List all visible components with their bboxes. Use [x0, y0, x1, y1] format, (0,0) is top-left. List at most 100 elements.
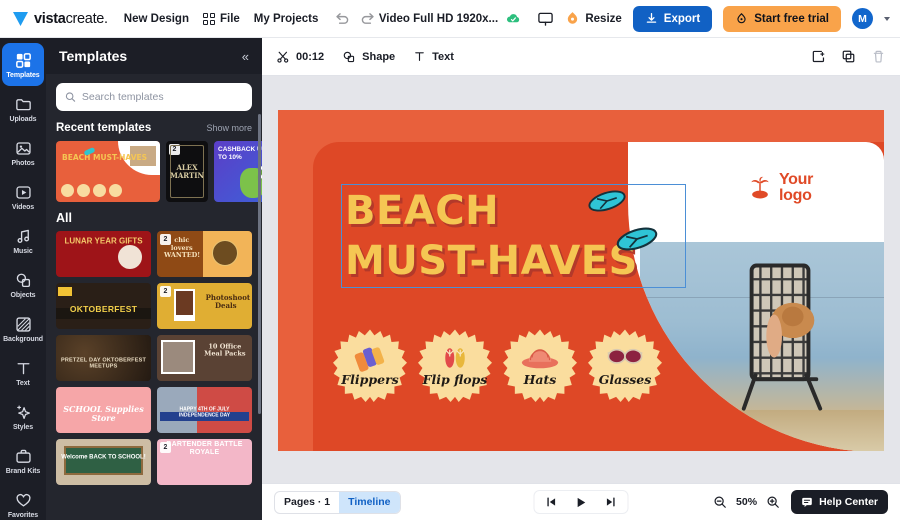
play-icon[interactable]	[575, 496, 588, 509]
search-box[interactable]	[56, 83, 252, 111]
list-item-caption: OKTOBERFEST	[69, 303, 138, 314]
logo-line-1: Your	[779, 171, 814, 188]
collapse-panel-button[interactable]: «	[242, 50, 249, 63]
sidebar-item-videos[interactable]: Videos	[2, 175, 44, 218]
sidebar-item-styles[interactable]: Styles	[2, 395, 44, 438]
show-more-link[interactable]: Show more	[206, 123, 252, 133]
badge-flip-flops[interactable]: Flip flops	[418, 328, 492, 402]
resize-label: Resize	[585, 12, 622, 25]
editor-area: 00:12 Shape Text Your logo BEACH MUST-HA…	[262, 38, 900, 520]
export-button[interactable]: Export	[632, 5, 713, 32]
timeline-tab[interactable]: Timeline	[339, 491, 400, 513]
zoom-out-icon[interactable]	[713, 495, 727, 509]
list-item-caption: CASHBACK UP TO 10%	[218, 146, 262, 161]
present-icon[interactable]	[537, 11, 554, 27]
redo-icon[interactable]	[361, 11, 376, 26]
objects-icon	[16, 273, 30, 287]
document-title-group[interactable]: Video Full HD 1920x...	[379, 12, 521, 25]
list-item[interactable]: SCHOOL Supplies Store	[56, 387, 151, 433]
all-templates-title: All	[56, 211, 72, 225]
sidebar-item-templates[interactable]: Templates	[2, 43, 44, 86]
document-title[interactable]: Video Full HD 1920x...	[379, 13, 498, 25]
sidebar-item-text[interactable]: Text	[2, 351, 44, 394]
panel-scrollbar[interactable]	[258, 114, 261, 414]
pages-tab[interactable]: Pages · 1	[275, 492, 339, 513]
flipflop-icon	[588, 190, 626, 212]
trial-label: Start free trial	[754, 12, 829, 25]
duration-button[interactable]: 00:12	[276, 50, 324, 64]
shape-button[interactable]: Shape	[342, 50, 395, 64]
badge-flippers[interactable]: Flippers	[333, 328, 407, 402]
flipflops-icon	[445, 348, 465, 368]
badge-label: Hats	[523, 372, 557, 387]
sidebar-label-objects: Objects	[10, 291, 36, 299]
list-item[interactable]: 2 chic lovers WANTED!	[157, 231, 252, 277]
canvas-toolbar-right	[811, 49, 886, 64]
list-item[interactable]: LUNAR YEAR GIFTS	[56, 231, 151, 277]
export-page-icon[interactable]	[811, 49, 826, 64]
help-center-button[interactable]: Help Center	[791, 490, 888, 514]
beach-chair-image	[741, 263, 823, 411]
sidebar-label-favorites: Favorites	[7, 511, 39, 519]
list-item[interactable]: PRETZEL DAY OKTOBERFEST MEETUPS	[56, 335, 151, 381]
next-frame-icon[interactable]	[605, 496, 617, 508]
sidebar-item-uploads[interactable]: Uploads	[2, 87, 44, 130]
image-icon	[15, 141, 31, 155]
list-item-caption: 10 Office Meal Packs	[204, 342, 246, 358]
left-icon-rail: Templates Uploads Photos Videos Music Ob…	[0, 38, 46, 520]
flippers-icon	[354, 347, 385, 372]
top-bar: vistacreate. New Design File My Projects	[0, 0, 900, 38]
canvas-stage[interactable]: Your logo BEACH MUST-HAVES Flippers Flip…	[262, 76, 900, 483]
search-input[interactable]	[81, 91, 243, 103]
nav-file-label: File	[219, 12, 240, 25]
pages-timeline-toggle: Pages · 1 Timeline	[274, 490, 401, 514]
list-item[interactable]: 2 ALEX MARTIN	[166, 141, 208, 202]
sidebar-item-favorites[interactable]: Favorites	[2, 483, 44, 520]
undo-icon[interactable]	[334, 11, 349, 26]
chat-icon	[802, 497, 812, 507]
your-logo-group[interactable]: Your logo	[746, 172, 813, 203]
list-item[interactable]: OKTOBERFEST	[56, 283, 151, 329]
list-item[interactable]: Welcome BACK TO SCHOOL!	[56, 439, 151, 485]
nav-file[interactable]: File	[202, 12, 240, 25]
nav-my-projects[interactable]: My Projects	[254, 13, 319, 25]
badge-label: Flippers	[341, 372, 399, 387]
text-button[interactable]: Text	[413, 50, 454, 63]
chevron-down-icon[interactable]	[884, 16, 890, 21]
search-icon	[65, 92, 76, 102]
resize-button[interactable]: Resize	[565, 11, 622, 26]
help-center-label: Help Center	[819, 496, 878, 508]
top-right-actions: Resize Export Start free trial M	[537, 5, 890, 32]
list-item[interactable]: 2 BARTENDER BATTLE ROYALE	[157, 439, 252, 485]
recent-templates-title: Recent templates	[56, 122, 152, 134]
sidebar-item-photos[interactable]: Photos	[2, 131, 44, 174]
list-item[interactable]: BEACH MUST-HAVES	[56, 141, 160, 202]
briefcase-icon	[15, 449, 31, 463]
sidebar-item-brand-kits[interactable]: Brand Kits	[2, 439, 44, 482]
design-card: Your logo BEACH MUST-HAVES Flippers Flip…	[313, 142, 884, 451]
delete-icon[interactable]	[871, 49, 886, 64]
sidebar-item-objects[interactable]: Objects	[2, 263, 44, 306]
sidebar-item-music[interactable]: Music	[2, 219, 44, 262]
brand-logo-group[interactable]: vistacreate.	[12, 11, 108, 27]
list-item[interactable]: 2 Photoshoot Deals	[157, 283, 252, 329]
shape-label: Shape	[362, 50, 396, 63]
folder-icon	[15, 98, 31, 110]
list-item[interactable]: CASHBACK UP TO 10% ❯	[214, 141, 262, 202]
nav-new-design[interactable]: New Design	[124, 13, 189, 25]
artboard[interactable]: Your logo BEACH MUST-HAVES Flippers Flip…	[278, 110, 884, 451]
list-item[interactable]: 10 Office Meal Packs	[157, 335, 252, 381]
scissors-icon	[277, 51, 289, 63]
canvas-toolbar: 00:12 Shape Text	[262, 38, 900, 76]
previous-frame-icon[interactable]	[546, 496, 558, 508]
sidebar-item-background[interactable]: Background	[2, 307, 44, 350]
crown-icon	[737, 13, 746, 24]
duplicate-icon[interactable]	[841, 49, 856, 64]
badge-hats[interactable]: Hats	[503, 328, 577, 402]
badge-glasses[interactable]: Glasses	[588, 328, 662, 402]
list-item[interactable]: HAPPY 4TH OF JULY INDEPENDENCE DAY	[157, 387, 252, 433]
zoom-in-icon[interactable]	[766, 495, 780, 509]
avatar[interactable]: M	[852, 8, 873, 29]
logo-line-2: logo	[779, 186, 812, 204]
start-free-trial-button[interactable]: Start free trial	[723, 5, 841, 32]
